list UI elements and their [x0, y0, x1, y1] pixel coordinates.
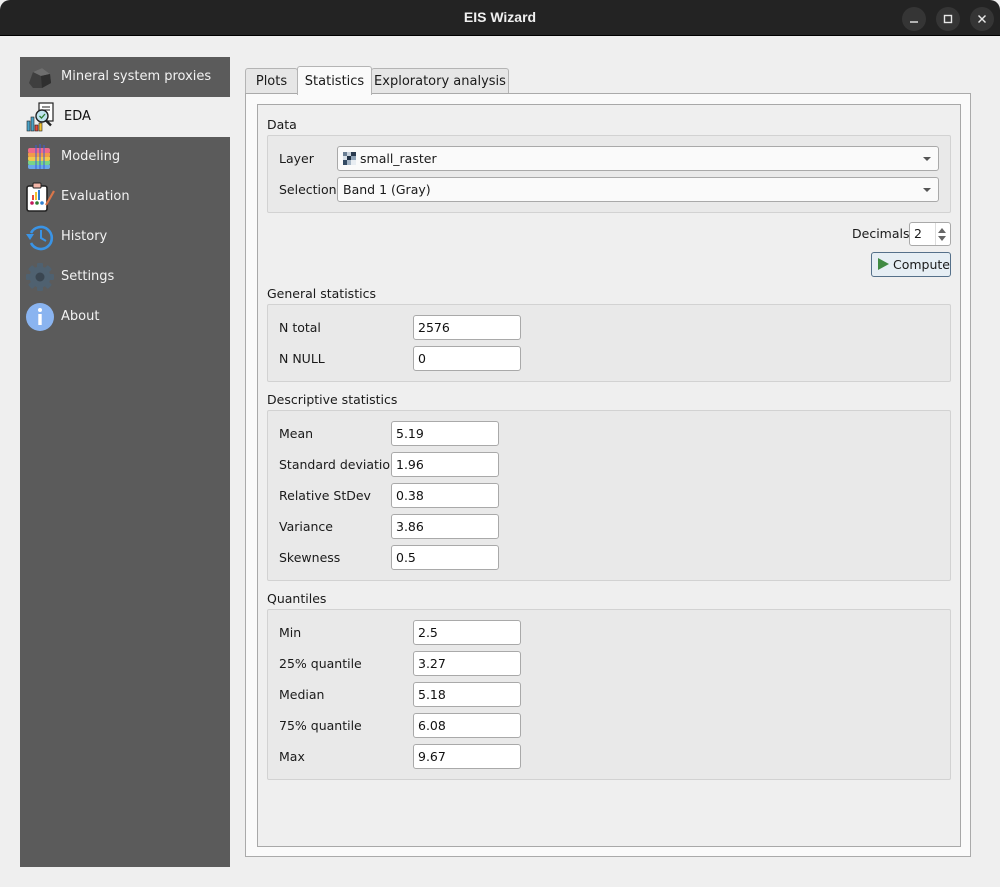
sidebar-item-label: Settings: [61, 269, 115, 284]
n-total-field[interactable]: [413, 315, 521, 340]
tab-exploratory-analysis[interactable]: Exploratory analysis: [371, 68, 509, 94]
layer-value: small_raster: [360, 151, 437, 166]
sidebar-item-evaluation[interactable]: Evaluation: [20, 177, 230, 217]
tab-statistics[interactable]: Statistics: [297, 66, 372, 95]
tab-plots[interactable]: Plots: [245, 68, 298, 94]
chevron-down-icon: [923, 157, 931, 161]
descriptive-statistics-title: Descriptive statistics: [267, 392, 398, 407]
data-groupbox: Layer small_raster Selection Band 1 (Gra…: [267, 135, 951, 213]
n-total-label: N total: [279, 320, 321, 335]
sidebar-item-label: Mineral system proxies: [61, 69, 212, 84]
close-button[interactable]: [970, 7, 994, 31]
tab-label: Statistics: [304, 73, 365, 89]
minimize-icon: [910, 21, 918, 23]
tab-label: Plots: [255, 74, 288, 89]
descriptive-statistics-groupbox: Mean Standard deviation Relative StDev V…: [267, 410, 951, 581]
layers-stack-icon: [28, 144, 50, 169]
compute-button[interactable]: Compute: [871, 252, 951, 277]
mean-field[interactable]: [391, 421, 499, 446]
clipboard-chart-icon: [26, 182, 55, 212]
info-icon: [26, 303, 54, 331]
layer-select[interactable]: small_raster: [337, 146, 939, 171]
median-field[interactable]: [413, 682, 521, 707]
title-bar: EIS Wizard: [0, 0, 1000, 36]
raster-layer-icon: [343, 152, 356, 165]
rock-icon: [29, 68, 51, 88]
spin-up-icon[interactable]: [938, 228, 946, 233]
decimals-value: 2: [914, 226, 922, 241]
sidebar-item-label: History: [61, 229, 108, 244]
sidebar-item-mineral-system-proxies[interactable]: Mineral system proxies: [20, 57, 230, 97]
quantile-75-label: 75% quantile: [279, 718, 362, 733]
min-field[interactable]: [413, 620, 521, 645]
sidebar-item-eda[interactable]: EDA: [20, 97, 230, 137]
quantiles-title: Quantiles: [267, 591, 327, 606]
n-null-field[interactable]: [413, 346, 521, 371]
minimize-button[interactable]: [902, 7, 926, 31]
general-statistics-title: General statistics: [267, 286, 376, 301]
quantile-25-field[interactable]: [413, 651, 521, 676]
close-icon: [978, 15, 986, 23]
data-section-title: Data: [267, 117, 297, 132]
maximize-icon: [943, 14, 953, 24]
statistics-panel: Data Layer small_raster Selection Band 1…: [257, 104, 961, 847]
variance-label: Variance: [279, 519, 333, 534]
sidebar-item-label: Evaluation: [61, 189, 130, 204]
chevron-down-icon: [923, 188, 931, 192]
decimals-label: Decimals: [852, 226, 910, 241]
layer-label: Layer: [279, 151, 314, 166]
quantile-75-field[interactable]: [413, 713, 521, 738]
skewness-field[interactable]: [391, 545, 499, 570]
n-null-label: N NULL: [279, 351, 325, 366]
sidebar-item-label: Modeling: [61, 149, 121, 164]
relative-stdev-label: Relative StDev: [279, 488, 371, 503]
sidebar-item-modeling[interactable]: Modeling: [20, 137, 230, 177]
variance-field[interactable]: [391, 514, 499, 539]
general-statistics-groupbox: N total N NULL: [267, 304, 951, 382]
tab-label: Exploratory analysis: [374, 74, 506, 89]
standard-deviation-field[interactable]: [391, 452, 499, 477]
mean-label: Mean: [279, 426, 314, 441]
play-icon: [878, 258, 889, 270]
sidebar-item-label: EDA: [64, 109, 91, 124]
selection-select[interactable]: Band 1 (Gray): [337, 177, 939, 202]
standard-deviation-label: Standard deviation: [279, 457, 398, 472]
quantile-25-label: 25% quantile: [279, 656, 362, 671]
relative-stdev-field[interactable]: [391, 483, 499, 508]
skewness-label: Skewness: [279, 550, 341, 565]
sidebar-item-settings[interactable]: Settings: [20, 257, 230, 297]
gear-icon: [26, 263, 54, 291]
spin-down-icon[interactable]: [938, 236, 946, 241]
selection-label: Selection: [279, 182, 337, 197]
sidebar-item-history[interactable]: History: [20, 217, 230, 257]
sidebar-item-label: About: [61, 309, 100, 324]
sidebar-item-about[interactable]: About: [20, 297, 230, 337]
chart-magnifier-icon: [26, 102, 54, 132]
min-label: Min: [279, 625, 302, 640]
quantiles-groupbox: Min 25% quantile Median 75% quantile Max: [267, 609, 951, 780]
maximize-button[interactable]: [936, 7, 960, 31]
max-label: Max: [279, 749, 305, 764]
decimals-spinbox[interactable]: 2: [909, 222, 951, 246]
history-clock-icon: [26, 225, 54, 251]
max-field[interactable]: [413, 744, 521, 769]
median-label: Median: [279, 687, 325, 702]
selection-value: Band 1 (Gray): [343, 182, 431, 197]
window-title: EIS Wizard: [463, 9, 537, 25]
compute-label: Compute: [893, 257, 951, 272]
spinbox-divider: [935, 223, 936, 245]
sidebar: Mineral system proxies EDA Modeling Eval…: [20, 57, 230, 867]
statistics-tab-pane: Data Layer small_raster Selection Band 1…: [245, 93, 971, 857]
